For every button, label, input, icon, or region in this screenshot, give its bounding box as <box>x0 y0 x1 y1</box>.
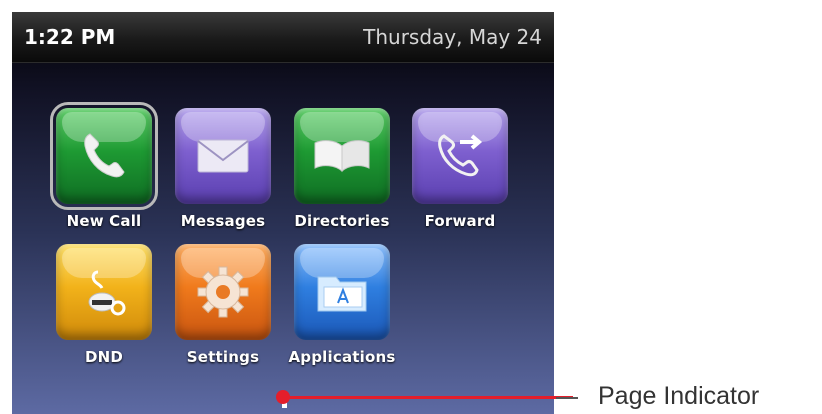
app-directories[interactable]: Directories <box>286 108 398 248</box>
folder-app-icon <box>294 244 390 340</box>
app-label: New Call <box>66 212 142 230</box>
forward-tile[interactable] <box>412 108 508 204</box>
callout-dot <box>276 390 290 404</box>
new-call-tile[interactable] <box>50 102 158 210</box>
app-label: Settings <box>186 348 260 366</box>
open-book-icon <box>294 108 390 204</box>
app-label: Directories <box>294 212 390 230</box>
status-time: 1:22 PM <box>24 25 116 49</box>
envelope-icon <box>175 108 271 204</box>
callout-tick <box>556 397 578 399</box>
do-not-disturb-icon <box>56 244 152 340</box>
app-dnd[interactable]: DND <box>48 244 160 384</box>
applications-tile[interactable] <box>294 244 390 340</box>
page-indicator-label: Page Indicator <box>598 382 760 410</box>
callout-line <box>283 396 573 399</box>
phone-handset-icon <box>56 108 152 204</box>
app-messages[interactable]: Messages <box>167 108 279 248</box>
status-bar: 1:22 PM Thursday, May 24 <box>12 12 554 63</box>
call-forward-icon <box>412 108 508 204</box>
app-label: Applications <box>288 348 396 366</box>
app-label: Messages <box>180 212 266 230</box>
settings-tile[interactable] <box>175 244 271 340</box>
phone-screen: 1:22 PM Thursday, May 24 New Call Messag… <box>12 12 554 414</box>
messages-tile[interactable] <box>175 108 271 204</box>
app-label: DND <box>84 348 124 366</box>
app-applications[interactable]: Applications <box>286 244 398 384</box>
directories-tile[interactable] <box>294 108 390 204</box>
gear-icon <box>175 244 271 340</box>
dnd-tile[interactable] <box>56 244 152 340</box>
status-date: Thursday, May 24 <box>363 25 542 49</box>
app-label: Forward <box>424 212 496 230</box>
app-settings[interactable]: Settings <box>167 244 279 384</box>
app-forward[interactable]: Forward <box>404 108 516 248</box>
app-new-call[interactable]: New Call <box>48 102 160 248</box>
